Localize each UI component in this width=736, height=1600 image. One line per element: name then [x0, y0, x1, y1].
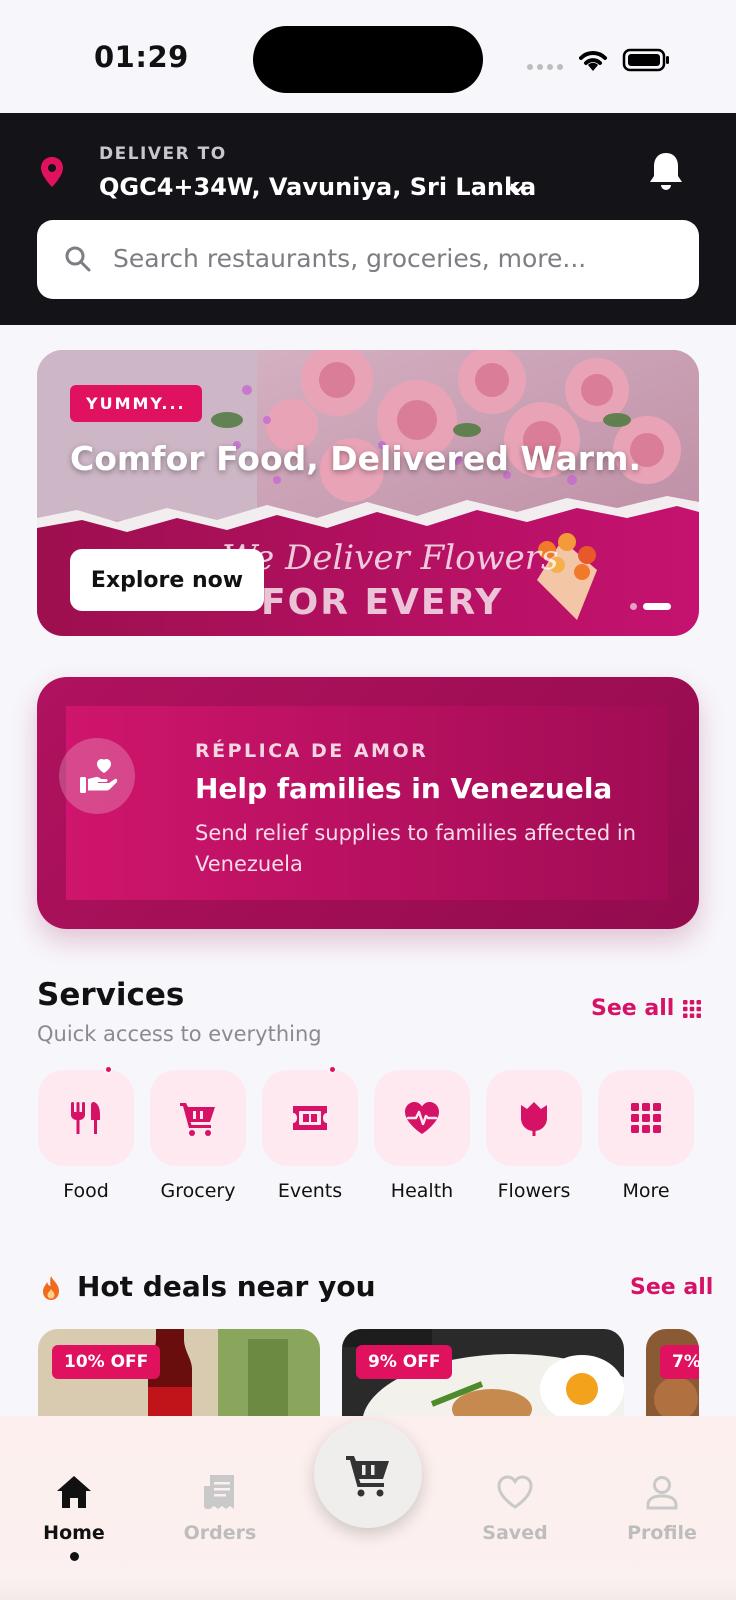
nav-active-indicator — [70, 1552, 79, 1561]
notification-bell-icon[interactable] — [647, 150, 685, 194]
banner-image-big-text: FOR EVERY — [261, 582, 504, 623]
dynamic-island — [253, 26, 483, 93]
cart-button[interactable] — [314, 1420, 422, 1528]
nav-label: Orders — [183, 1522, 257, 1544]
services-subtitle: Quick access to everything — [37, 1022, 322, 1046]
nav-profile[interactable]: Profile — [607, 1472, 717, 1544]
chevron-down-icon[interactable] — [508, 180, 528, 196]
service-grocery[interactable]: Grocery — [150, 1070, 246, 1202]
home-indicator-area — [0, 1578, 736, 1600]
charity-description: Send relief supplies to families affecte… — [195, 821, 637, 876]
service-tile[interactable] — [38, 1065, 134, 1166]
carousel-dot[interactable] — [630, 603, 637, 610]
deliver-to-label: DELIVER TO — [99, 144, 227, 164]
tulip-icon — [521, 1102, 547, 1136]
service-label: Food — [63, 1180, 109, 1202]
user-icon — [646, 1476, 678, 1510]
promo-banner[interactable]: We Deliver Flowers FOR EVERY YUMMY... Co… — [37, 350, 699, 636]
location-pin-icon — [41, 157, 63, 187]
utensils-icon — [71, 1102, 100, 1134]
home-icon — [57, 1476, 91, 1508]
ticket-icon — [293, 1106, 327, 1130]
service-tile[interactable] — [150, 1070, 246, 1166]
search-icon — [65, 246, 91, 272]
search-placeholder: Search restaurants, groceries, more... — [113, 244, 587, 273]
charity-title: Help families in Venezuela — [195, 772, 613, 805]
receipt-icon — [204, 1475, 234, 1509]
signal-icon — [527, 64, 563, 70]
hand-heart-icon — [80, 759, 118, 793]
services-title: Services — [37, 977, 185, 1013]
service-events[interactable]: Events — [262, 1065, 358, 1202]
service-label: Health — [390, 1180, 454, 1202]
cart-icon — [180, 1103, 215, 1136]
nav-label: Profile — [627, 1522, 697, 1544]
service-label: Events — [277, 1180, 343, 1202]
cart-icon — [346, 1456, 389, 1497]
deal-discount-badge: 7% — [660, 1345, 699, 1379]
status-bar: 01:29 — [0, 0, 736, 113]
wifi-icon — [579, 51, 607, 71]
service-tile[interactable] — [486, 1070, 582, 1166]
nav-home[interactable]: Home — [19, 1472, 129, 1544]
fire-icon — [43, 1276, 59, 1300]
delivery-address[interactable]: QGC4+34W, Vavuniya, Sri Lanka — [99, 173, 536, 201]
deal-card[interactable]: 9% OFF — [342, 1329, 624, 1419]
banner-image-script-text: We Deliver Flowers — [222, 538, 559, 578]
deal-discount-badge: 10% OFF — [52, 1345, 161, 1379]
carousel-indicator[interactable] — [630, 603, 671, 610]
service-health[interactable]: Health — [374, 1070, 470, 1202]
deals-see-all-link[interactable]: See all — [630, 1275, 713, 1300]
battery-icon — [622, 48, 669, 72]
services-see-all-label: See all — [591, 996, 675, 1021]
carousel-dot-active[interactable] — [643, 603, 671, 610]
service-label: More — [622, 1180, 670, 1202]
service-food[interactable]: Food — [38, 1065, 134, 1202]
explore-now-button[interactable]: Explore now — [70, 549, 264, 611]
service-badge — [328, 1065, 337, 1074]
deal-card[interactable]: 7% — [646, 1329, 699, 1419]
service-tile[interactable] — [374, 1070, 470, 1166]
deals-title: Hot deals near you — [77, 1270, 376, 1303]
service-label: Flowers — [497, 1180, 571, 1202]
banner-title: Comfor Food, Delivered Warm. — [70, 439, 642, 478]
service-tile[interactable] — [598, 1070, 694, 1166]
nav-orders[interactable]: Orders — [165, 1472, 275, 1544]
status-time: 01:29 — [94, 40, 189, 74]
service-label: Grocery — [160, 1180, 236, 1202]
charity-icon-badge — [59, 738, 135, 814]
heartbeat-icon — [405, 1102, 439, 1134]
nav-label: Saved — [482, 1522, 548, 1544]
service-badge — [104, 1065, 113, 1074]
grid-icon — [631, 1103, 661, 1133]
service-flowers[interactable]: Flowers — [486, 1070, 582, 1202]
deal-discount-badge: 9% OFF — [356, 1345, 453, 1379]
deal-card[interactable]: 10% OFF — [38, 1329, 320, 1419]
search-input[interactable]: Search restaurants, groceries, more... — [37, 220, 699, 299]
nav-saved[interactable]: Saved — [460, 1472, 570, 1544]
banner-tag: YUMMY... — [70, 385, 202, 422]
heart-outline-icon — [497, 1475, 533, 1509]
service-tile[interactable] — [262, 1065, 358, 1166]
services-see-all-link[interactable]: See all — [591, 996, 702, 1021]
service-more[interactable]: More — [598, 1070, 694, 1202]
nav-label: Home — [43, 1522, 105, 1544]
grid-icon — [683, 999, 702, 1018]
charity-kicker: RÉPLICA DE AMOR — [195, 740, 429, 762]
